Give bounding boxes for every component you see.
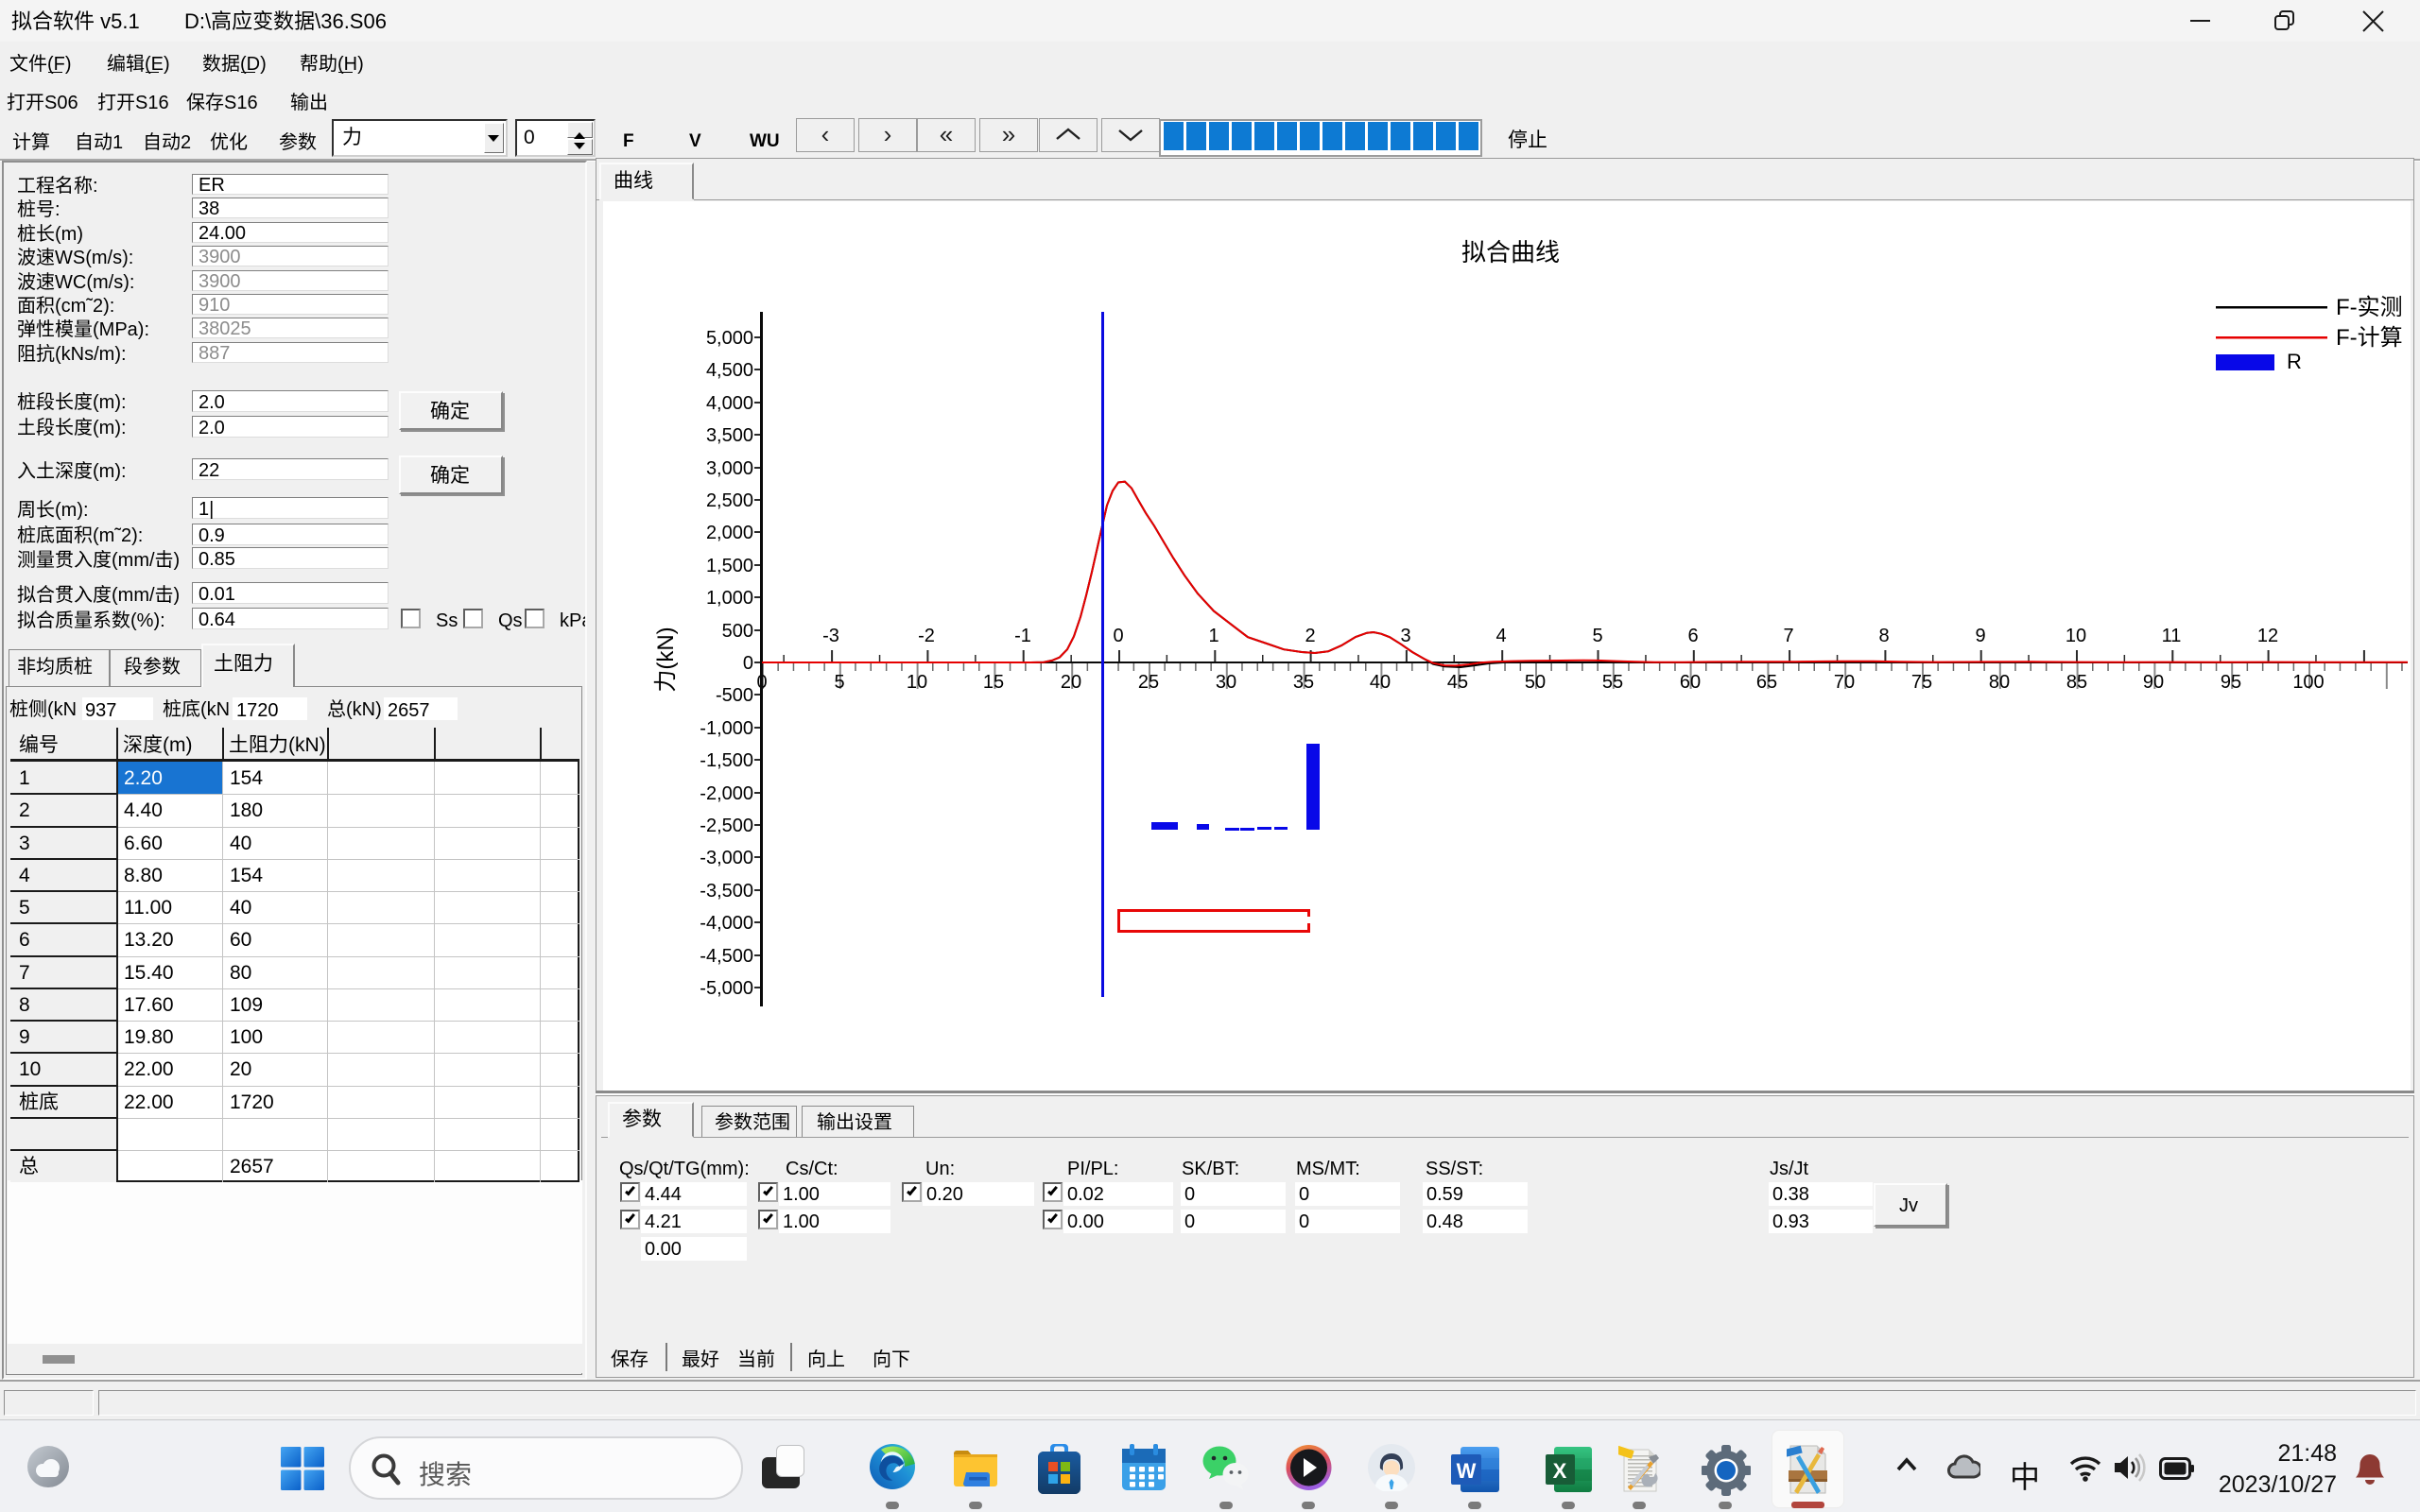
svg-text:6: 6 <box>1687 626 1698 646</box>
svg-text:-3,000: -3,000 <box>700 848 753 868</box>
svg-text:X: X <box>1553 1459 1567 1483</box>
svg-text:-1,000: -1,000 <box>700 718 753 739</box>
svg-text:8: 8 <box>1878 626 1889 646</box>
svg-text:W: W <box>1457 1459 1477 1483</box>
svg-text:-3: -3 <box>822 626 839 646</box>
svg-text:5,000: 5,000 <box>706 328 753 349</box>
svg-text:拟合曲线: 拟合曲线 <box>1461 238 1560 266</box>
svg-text:0: 0 <box>1113 626 1123 646</box>
svg-text:100: 100 <box>2292 672 2324 693</box>
svg-text:-2,500: -2,500 <box>700 816 753 836</box>
svg-text:3: 3 <box>1400 626 1410 646</box>
svg-text:15: 15 <box>983 672 1004 693</box>
svg-text:1,500: 1,500 <box>706 556 753 576</box>
svg-text:50: 50 <box>1525 672 1546 693</box>
svg-text:4: 4 <box>1495 626 1506 646</box>
svg-text:95: 95 <box>2221 672 2241 693</box>
svg-text:7: 7 <box>1783 626 1793 646</box>
svg-text:10: 10 <box>907 672 927 693</box>
svg-text:-2,000: -2,000 <box>700 783 753 804</box>
svg-text:90: 90 <box>2143 672 2164 693</box>
svg-text:25: 25 <box>1138 672 1159 693</box>
svg-text:3,500: 3,500 <box>706 425 753 446</box>
svg-text:500: 500 <box>722 621 753 642</box>
svg-text:70: 70 <box>1834 672 1855 693</box>
svg-text:4,000: 4,000 <box>706 393 753 414</box>
svg-text:-3,500: -3,500 <box>700 881 753 902</box>
svg-text:2: 2 <box>1305 626 1315 646</box>
svg-text:-1: -1 <box>1014 626 1031 646</box>
svg-text:-2: -2 <box>918 626 935 646</box>
svg-text:75: 75 <box>1911 672 1932 693</box>
svg-text:5: 5 <box>834 672 844 693</box>
svg-text:R: R <box>2287 350 2302 373</box>
svg-text:2,500: 2,500 <box>706 490 753 511</box>
svg-text:20: 20 <box>1061 672 1081 693</box>
svg-text:5: 5 <box>1592 626 1602 646</box>
svg-text:-1,500: -1,500 <box>700 750 753 771</box>
svg-text:80: 80 <box>1989 672 2010 693</box>
svg-text:9: 9 <box>1975 626 1985 646</box>
svg-text:2,000: 2,000 <box>706 523 753 543</box>
svg-text:45: 45 <box>1447 672 1468 693</box>
svg-text:F-实测: F-实测 <box>2336 295 2403 320</box>
svg-text:力(kN): 力(kN) <box>653 627 679 692</box>
svg-text:1: 1 <box>1208 626 1219 646</box>
svg-text:40: 40 <box>1370 672 1391 693</box>
svg-text:-4,500: -4,500 <box>700 946 753 967</box>
svg-text:65: 65 <box>1756 672 1777 693</box>
svg-text:-500: -500 <box>716 685 753 706</box>
svg-text:4,500: 4,500 <box>706 360 753 381</box>
svg-text:1,000: 1,000 <box>706 588 753 609</box>
svg-text:11: 11 <box>2162 626 2182 646</box>
svg-text:35: 35 <box>1293 672 1314 693</box>
svg-text:0: 0 <box>743 653 753 674</box>
svg-text:F-计算: F-计算 <box>2336 325 2403 351</box>
svg-text:12: 12 <box>2257 626 2278 646</box>
svg-text:-5,000: -5,000 <box>700 978 753 999</box>
svg-text:85: 85 <box>2066 672 2087 693</box>
svg-text:30: 30 <box>1216 672 1236 693</box>
svg-text:60: 60 <box>1680 672 1701 693</box>
svg-text:55: 55 <box>1602 672 1623 693</box>
svg-text:3,000: 3,000 <box>706 458 753 479</box>
svg-text:-4,000: -4,000 <box>700 913 753 934</box>
svg-text:10: 10 <box>2066 626 2086 646</box>
